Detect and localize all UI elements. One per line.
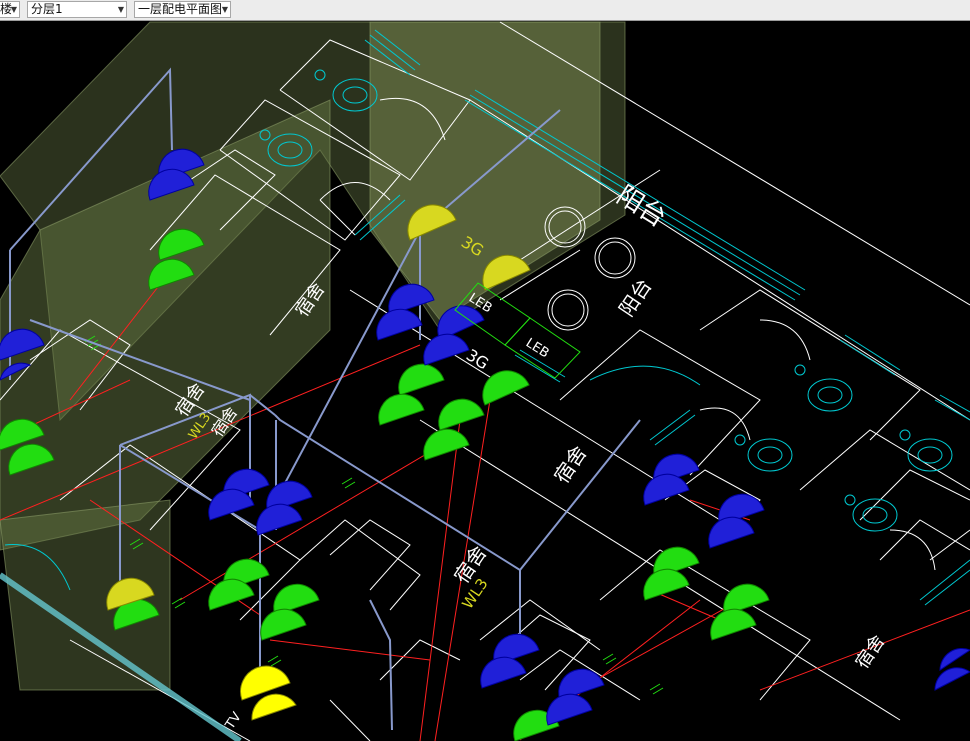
- dorm-label-4: 宿舍: [549, 441, 591, 488]
- layer-combo[interactable]: 分层1 ▼: [27, 1, 127, 18]
- balcony-small-label: 阳台: [614, 274, 656, 321]
- drawing-combo-value: 一层配电平面图: [138, 2, 223, 16]
- code-leb-2: LEB: [523, 336, 552, 362]
- toolbar: 楼 ▼ 分层1 ▼ 一层配电平面图 ▼: [0, 0, 970, 21]
- layer-combo-value: 分层1: [31, 2, 63, 16]
- floor-combo[interactable]: 楼 ▼: [0, 1, 20, 18]
- dorm-label-6: 宿舍: [852, 631, 890, 673]
- chevron-down-icon: ▼: [221, 5, 228, 14]
- chevron-down-icon: ▼: [117, 5, 124, 14]
- drawing-combo[interactable]: 一层配电平面图 ▼: [134, 1, 231, 18]
- cad-canvas[interactable]: 阳台 阳台 宿舍 宿舍 宿舍 宿舍 宿舍 宿舍 3G 3G LEB LEB WL…: [0, 21, 970, 741]
- chevron-down-icon: ▼: [10, 5, 17, 14]
